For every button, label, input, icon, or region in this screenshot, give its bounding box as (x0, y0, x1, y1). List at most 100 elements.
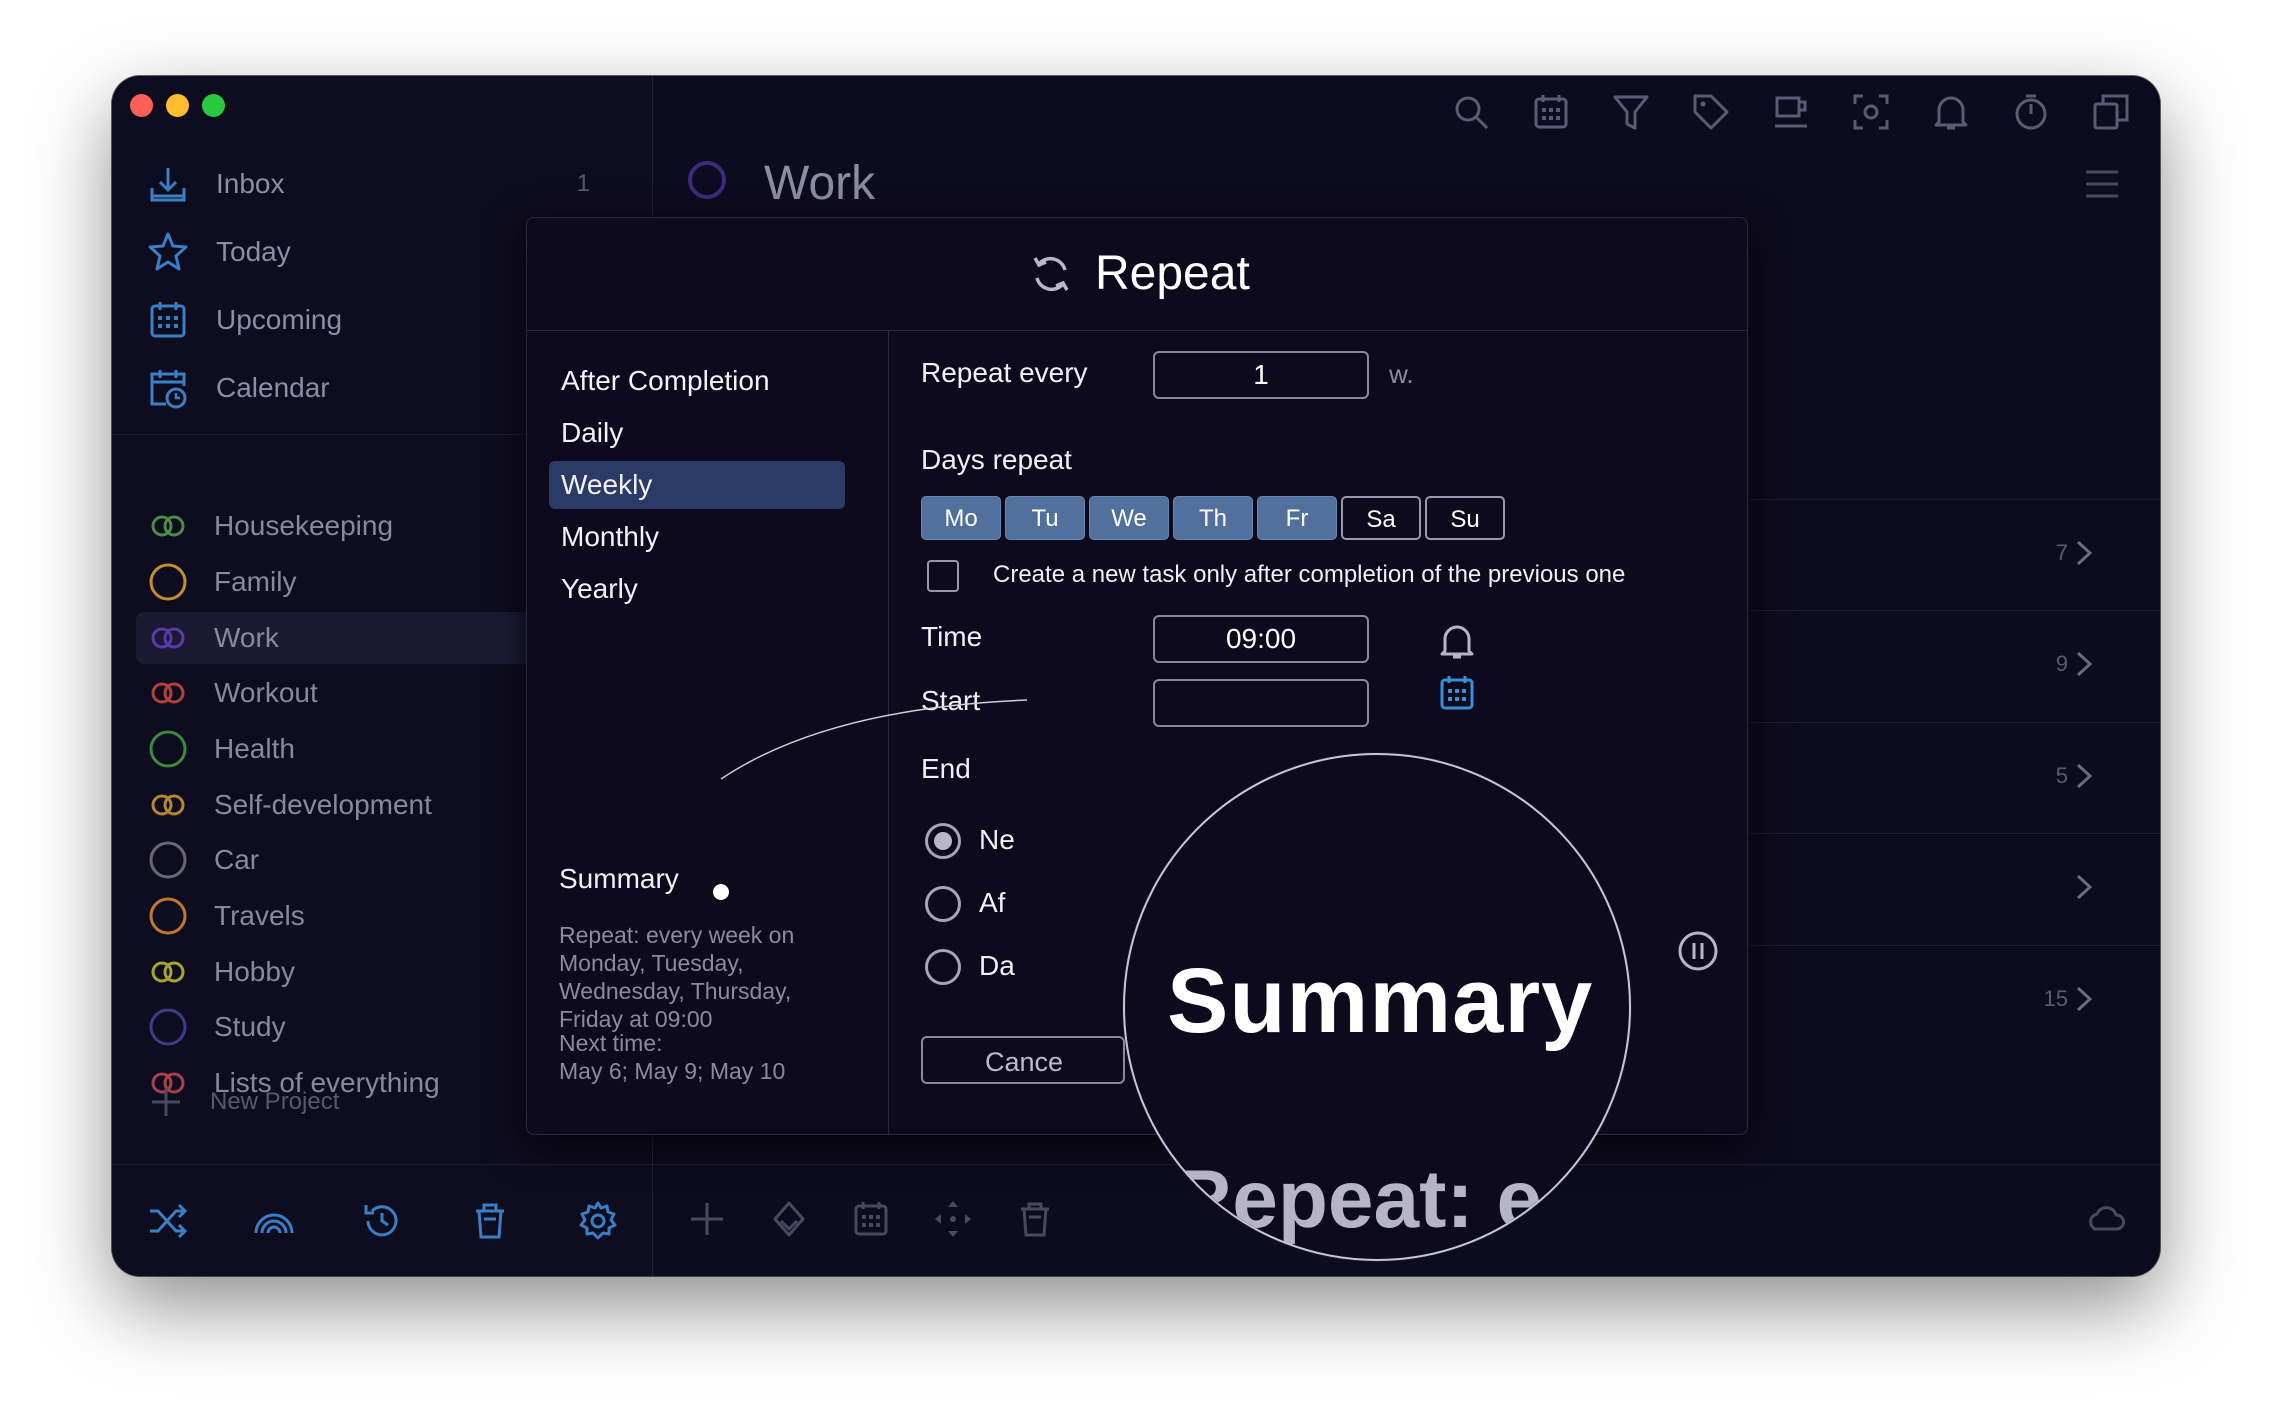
project-label: Housekeeping (214, 510, 394, 541)
repeat-every-input[interactable]: 1 (1153, 351, 1369, 399)
calendar-icon[interactable] (1531, 92, 1571, 132)
priority-icon[interactable] (769, 1199, 809, 1239)
window-controls (130, 94, 225, 117)
project-label: Study (214, 1011, 286, 1042)
section-count: 15 (2043, 986, 2068, 1011)
completion-checkbox[interactable] (927, 560, 959, 592)
bell-icon[interactable] (1931, 92, 1971, 132)
double-ring-icon (148, 618, 188, 658)
magnified-summary-title: Summary (1167, 950, 1594, 1052)
plus-icon[interactable] (687, 1199, 727, 1239)
day-toggle-sa[interactable]: Sa (1341, 496, 1421, 540)
time-input[interactable]: 09:00 (1153, 615, 1369, 663)
app-window: Inbox 1 Today Upcoming Calendar Housekee… (112, 76, 2160, 1276)
magnifier-callout: Summary Repeat: e (1123, 753, 1631, 1261)
day-toggle-fr[interactable]: Fr (1257, 496, 1337, 540)
next-time-dates: May 6; May 9; May 10 (559, 1058, 786, 1084)
double-ring-icon (148, 952, 188, 992)
nav-item-inbox[interactable]: Inbox 1 (146, 156, 626, 212)
day-toggle-th[interactable]: Th (1173, 496, 1253, 540)
day-selector: Mo Tu We Th Fr Sa Su (921, 496, 1505, 540)
history-icon[interactable] (360, 1199, 404, 1243)
summary-text: Repeat: every week on Monday, Tuesday, W… (559, 922, 795, 1032)
day-toggle-tu[interactable]: Tu (1005, 496, 1085, 540)
chevron-right-icon[interactable] (2072, 984, 2096, 1014)
magnified-summary-text: Repeat: e (1173, 1154, 1543, 1245)
copy-icon[interactable] (2091, 92, 2131, 132)
zoom-window-button[interactable] (202, 94, 225, 117)
option-weekly[interactable]: Weekly (549, 461, 845, 509)
pause-icon[interactable] (1677, 930, 1719, 972)
timer-icon[interactable] (2011, 92, 2051, 132)
ring-icon (148, 729, 188, 769)
shuffle-icon[interactable] (146, 1199, 190, 1243)
repeat-icon (1033, 256, 1069, 292)
next-time-label: Next time: (559, 1030, 663, 1056)
next-time: Next time: May 6; May 9; May 10 (559, 1029, 859, 1085)
project-label: Work (214, 622, 279, 653)
minimize-window-button[interactable] (166, 94, 189, 117)
calendar-icon[interactable] (1437, 673, 1477, 713)
project-title: Work (764, 157, 876, 210)
ring-icon (148, 562, 188, 602)
end-date-label: Da (979, 950, 1015, 981)
end-after-radio[interactable] (925, 886, 961, 922)
ring-icon (148, 1007, 188, 1047)
option-yearly[interactable]: Yearly (549, 565, 845, 613)
focus-icon[interactable] (1851, 92, 1891, 132)
tag-icon[interactable] (1691, 92, 1731, 132)
chevron-right-icon[interactable] (2072, 761, 2096, 791)
calendar-icon[interactable] (851, 1199, 891, 1239)
filter-icon[interactable] (1611, 92, 1651, 132)
day-toggle-su[interactable]: Su (1425, 496, 1505, 540)
summary-pointer-dot (713, 884, 729, 900)
days-repeat-label: Days repeat (921, 444, 1072, 475)
project-label: Car (214, 844, 260, 875)
project-label: Workout (214, 677, 318, 708)
project-label: Health (214, 733, 295, 764)
close-window-button[interactable] (130, 94, 153, 117)
inbox-icon (150, 168, 186, 202)
end-label: End (921, 753, 971, 784)
repeat-every-label: Repeat every (921, 357, 1088, 388)
move-icon[interactable] (933, 1199, 973, 1239)
inbox-count: 1 (576, 170, 590, 197)
day-toggle-mo[interactable]: Mo (921, 496, 1001, 540)
menu-icon[interactable] (2084, 166, 2120, 202)
nav-label-upcoming: Upcoming (216, 304, 343, 335)
chevron-right-icon[interactable] (2072, 649, 2096, 679)
section-count: 9 (2055, 651, 2068, 676)
option-after-completion[interactable]: After Completion (549, 357, 845, 405)
ring-icon (148, 896, 188, 936)
option-monthly[interactable]: Monthly (549, 513, 845, 561)
new-project-button[interactable]: New Project (148, 1084, 339, 1120)
summary-label: Summary (559, 863, 679, 894)
coffee-icon[interactable] (1771, 92, 1811, 132)
nav-label-today: Today (216, 236, 291, 267)
chevron-right-icon[interactable] (2072, 872, 2096, 902)
section-count: 7 (2055, 540, 2068, 565)
search-icon[interactable] (1451, 92, 1491, 132)
plus-icon (152, 1088, 180, 1116)
rainbow-icon[interactable] (252, 1199, 296, 1243)
nav-label-inbox: Inbox (216, 168, 285, 199)
day-toggle-we[interactable]: We (1089, 496, 1169, 540)
settings-icon[interactable] (576, 1199, 620, 1243)
start-date-input[interactable] (1153, 679, 1369, 727)
cloud-icon[interactable] (2085, 1199, 2125, 1239)
end-never-label: Ne (979, 824, 1015, 855)
end-date-radio[interactable] (925, 949, 961, 985)
repeat-unit: w. (1389, 359, 1414, 389)
cancel-button[interactable]: Cance (921, 1036, 1125, 1084)
trash-icon[interactable] (1015, 1199, 1055, 1239)
chevron-right-icon[interactable] (2072, 538, 2096, 568)
bell-icon[interactable] (1437, 621, 1477, 661)
double-ring-icon (148, 506, 188, 546)
trash-icon[interactable] (468, 1199, 512, 1243)
option-daily[interactable]: Daily (549, 409, 845, 457)
start-label: Start (921, 685, 981, 716)
completion-checkbox-label: Create a new task only after completion … (993, 561, 1626, 588)
star-icon (148, 232, 188, 271)
end-never-radio[interactable] (925, 823, 961, 859)
ring-icon (148, 840, 188, 880)
